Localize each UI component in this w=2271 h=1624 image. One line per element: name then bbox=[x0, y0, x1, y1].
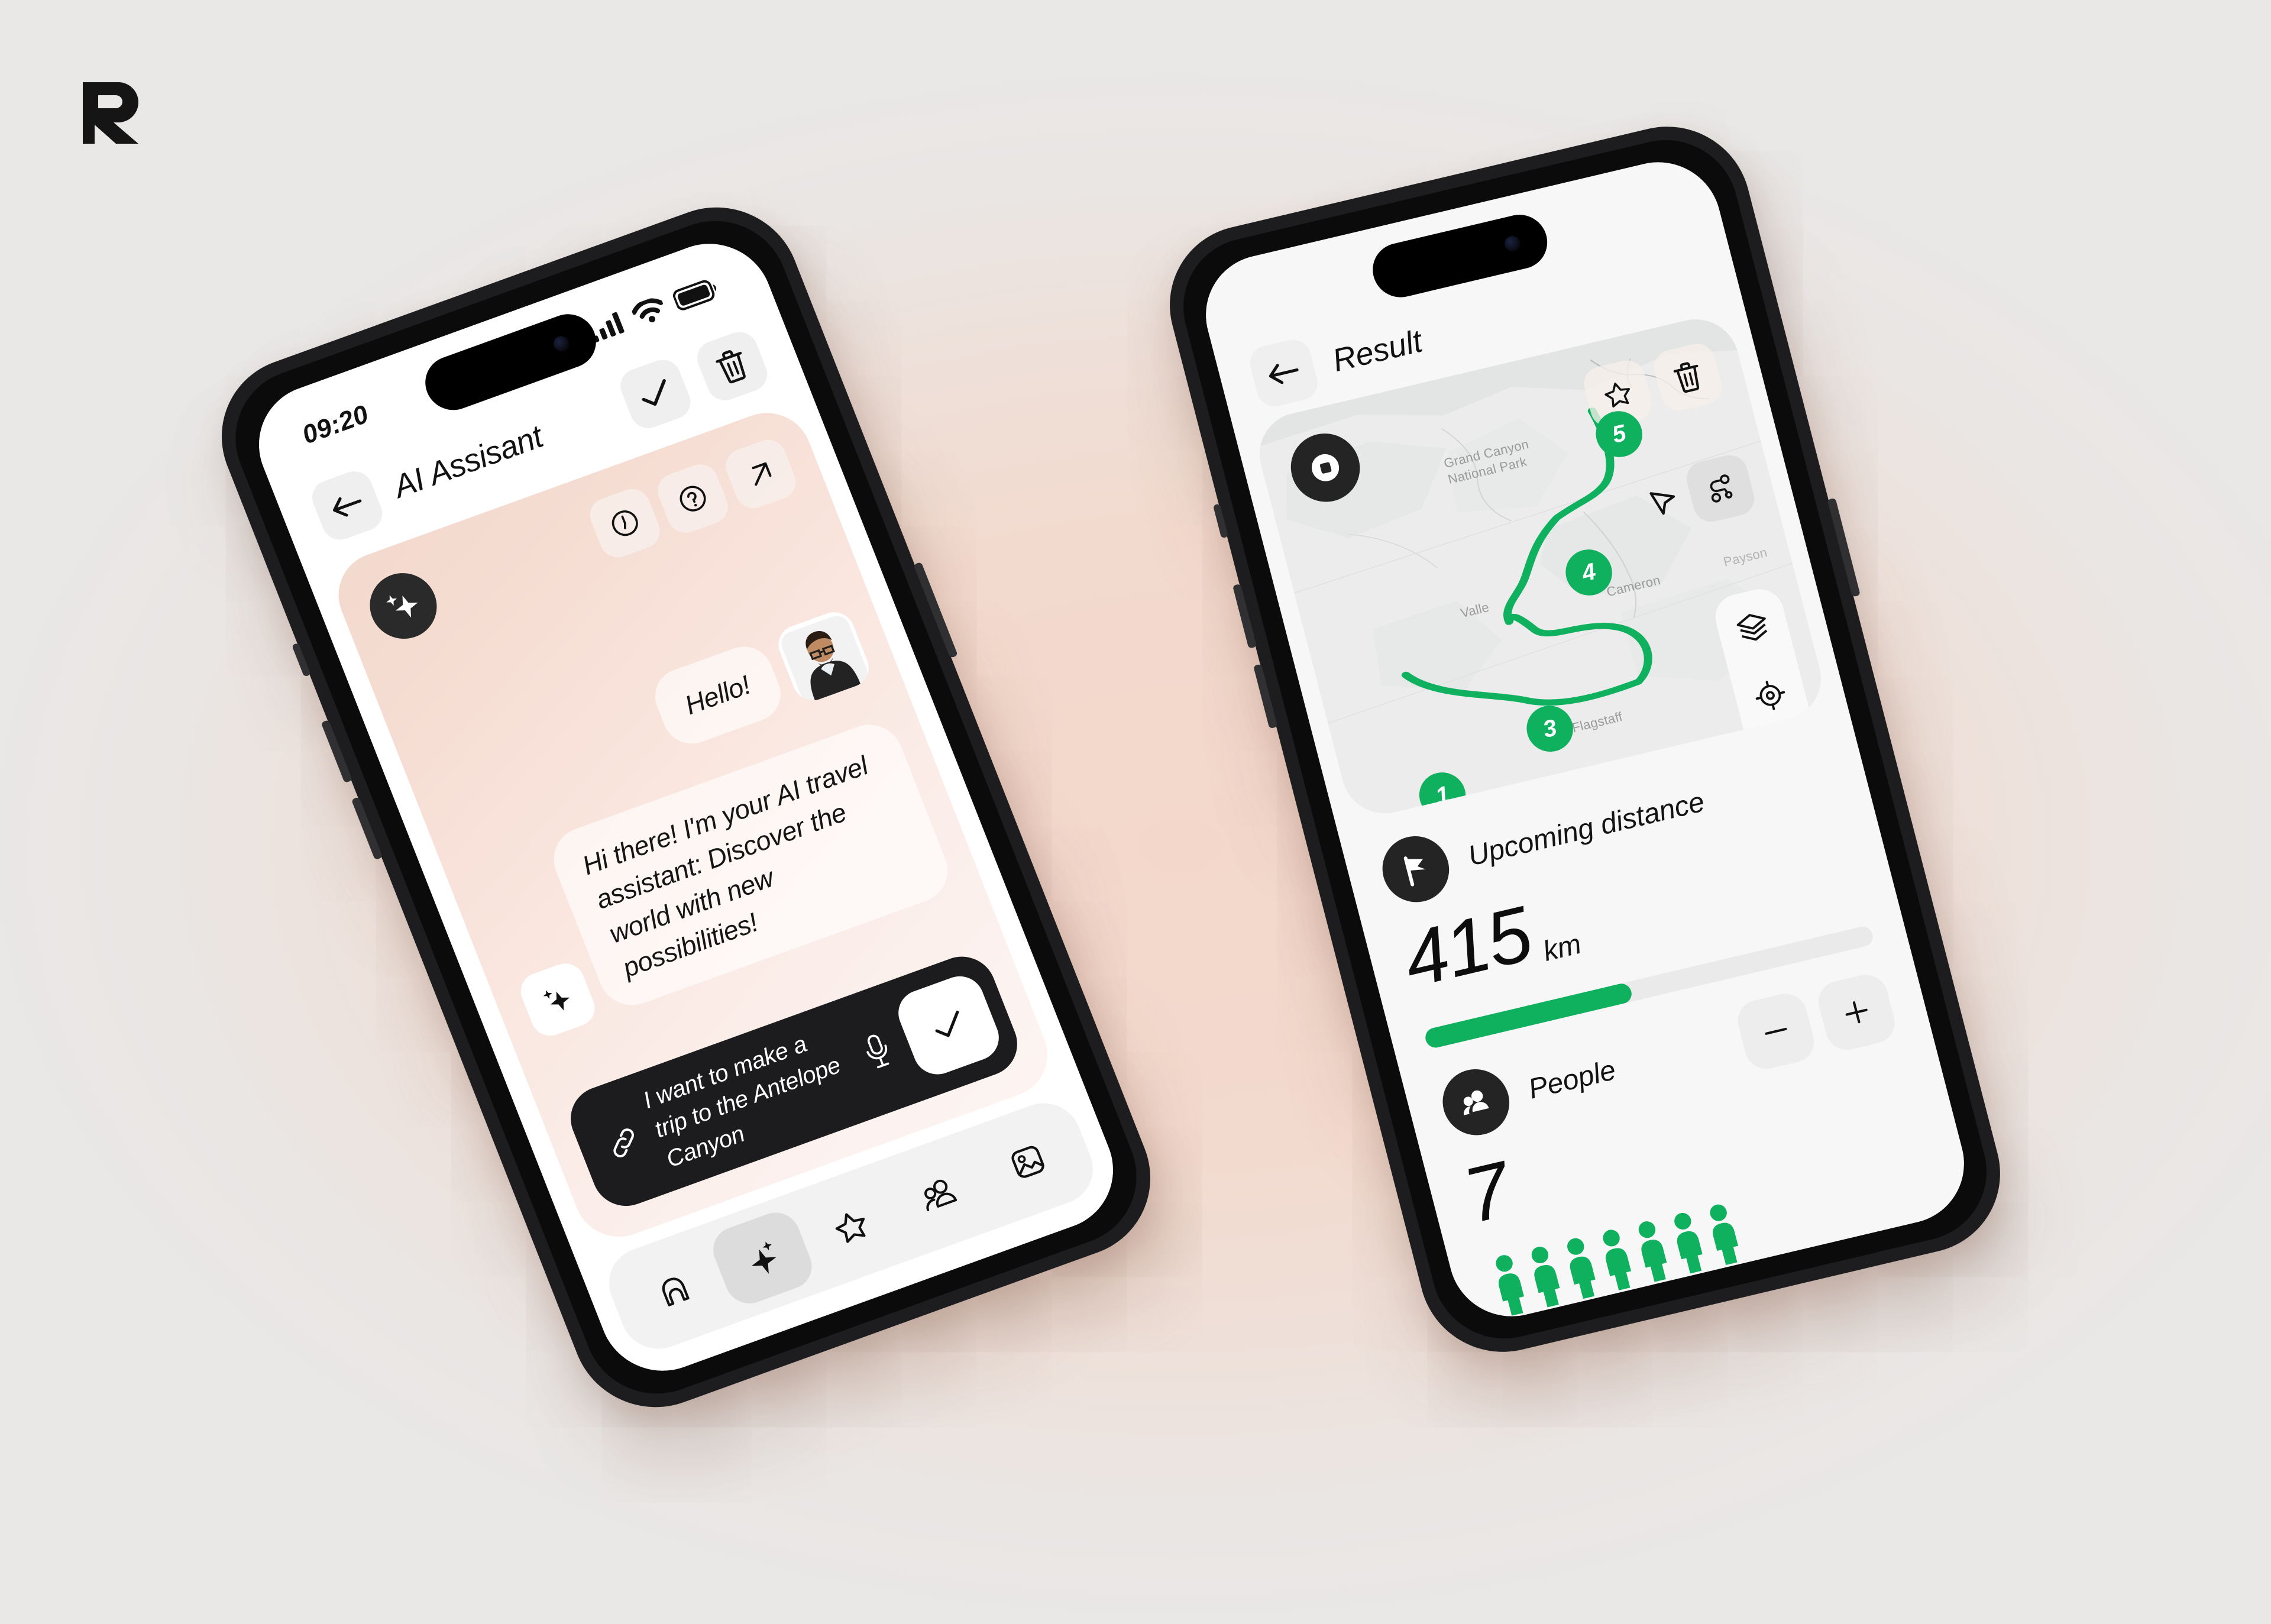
mute-switch[interactable] bbox=[292, 642, 311, 677]
send-button[interactable] bbox=[891, 969, 1006, 1081]
arrow-left-icon bbox=[1269, 364, 1299, 384]
person-figure-icon bbox=[1567, 1238, 1596, 1299]
people-increment-button[interactable] bbox=[1814, 970, 1900, 1054]
phone1-screen: 09:20 AI Assisant Hello! Hi there! I'm y… bbox=[241, 227, 1131, 1388]
people-decrement-button[interactable] bbox=[1733, 989, 1819, 1073]
trash-icon bbox=[1673, 362, 1700, 393]
message-input[interactable]: I want to make a trip to the Antelope Ca… bbox=[639, 1018, 865, 1176]
person-figure-icon bbox=[1710, 1204, 1739, 1266]
person-figure-icon bbox=[1638, 1221, 1667, 1282]
chat-panel: Hello! Hi there! I'm your AI travel assi… bbox=[325, 400, 1060, 1249]
check-icon bbox=[642, 379, 666, 406]
history-button[interactable] bbox=[584, 484, 665, 562]
phone-result: Result Grand Canyon National Park Valle … bbox=[1151, 110, 2018, 1369]
people-stepper bbox=[1733, 970, 1900, 1073]
target-icon bbox=[1755, 681, 1785, 710]
minus-icon bbox=[1765, 1027, 1787, 1035]
distance-value: 415 bbox=[1394, 889, 1540, 1004]
microphone-icon[interactable] bbox=[858, 1029, 898, 1073]
distance-unit: km bbox=[1539, 928, 1585, 968]
sparkle-icon bbox=[543, 990, 570, 1011]
star-icon bbox=[1604, 382, 1630, 408]
star-icon bbox=[835, 1213, 866, 1243]
clock-icon bbox=[612, 510, 638, 536]
mute-switch[interactable] bbox=[1212, 503, 1229, 539]
person-figure-icon bbox=[1496, 1255, 1524, 1316]
image-icon bbox=[1011, 1146, 1044, 1178]
plus-icon bbox=[1845, 1001, 1868, 1024]
r-logo-icon bbox=[83, 82, 138, 144]
sparkle-icon bbox=[386, 595, 418, 618]
page-title: AI Assisant bbox=[389, 419, 548, 505]
phone-ai-assistant: 09:20 AI Assisant Hello! Hi there! I'm y… bbox=[197, 185, 1175, 1430]
person-figure-icon bbox=[1531, 1246, 1560, 1308]
avatar bbox=[772, 606, 875, 706]
link-icon[interactable] bbox=[602, 1122, 645, 1164]
person-figure-icon bbox=[1674, 1212, 1703, 1274]
people-icon-wrap bbox=[1435, 1062, 1517, 1142]
record-stop-icon bbox=[1308, 451, 1342, 484]
home-icon bbox=[662, 1277, 690, 1306]
delete-chat-button[interactable] bbox=[692, 327, 773, 406]
arrow-up-right-icon bbox=[752, 462, 772, 486]
phone2-bezel: Result Grand Canyon National Park Valle … bbox=[1167, 125, 2003, 1353]
question-circle-icon bbox=[680, 486, 706, 512]
assistant-avatar bbox=[360, 564, 447, 648]
back-button[interactable] bbox=[1246, 336, 1322, 410]
people-icon bbox=[1463, 1090, 1489, 1115]
check-icon bbox=[935, 1010, 959, 1037]
message-text: Hello! bbox=[646, 638, 790, 752]
flag-icon bbox=[1403, 856, 1426, 887]
locate-button[interactable] bbox=[1744, 670, 1796, 721]
person-figure-icon bbox=[1603, 1230, 1632, 1290]
distance-icon-wrap bbox=[1375, 829, 1457, 909]
status-time: 09:20 bbox=[298, 399, 373, 450]
layers-icon bbox=[1736, 614, 1768, 641]
page-title: Result bbox=[1328, 323, 1426, 378]
brand-logo bbox=[77, 80, 148, 146]
user-photo-avatar bbox=[777, 612, 872, 705]
tab-gallery[interactable] bbox=[972, 1110, 1084, 1214]
volume-up-button[interactable] bbox=[1232, 584, 1257, 649]
wifi-icon bbox=[632, 298, 664, 323]
trash-icon bbox=[716, 350, 746, 384]
arrow-left-icon bbox=[332, 497, 362, 517]
battery-icon bbox=[672, 280, 717, 310]
assistant-badge bbox=[515, 958, 601, 1041]
expand-button[interactable] bbox=[720, 435, 801, 513]
back-button[interactable] bbox=[307, 466, 388, 545]
people-label: People bbox=[1525, 1054, 1619, 1105]
people-icon bbox=[924, 1179, 957, 1212]
layers-button[interactable] bbox=[1727, 603, 1779, 654]
volume-down-button[interactable] bbox=[1253, 664, 1278, 729]
phone2-screen: Result Grand Canyon National Park Valle … bbox=[1192, 150, 1978, 1329]
route-icon bbox=[1710, 474, 1733, 503]
help-button[interactable] bbox=[652, 460, 733, 538]
confirm-button[interactable] bbox=[615, 355, 696, 434]
sparkle-icon bbox=[751, 1241, 777, 1274]
